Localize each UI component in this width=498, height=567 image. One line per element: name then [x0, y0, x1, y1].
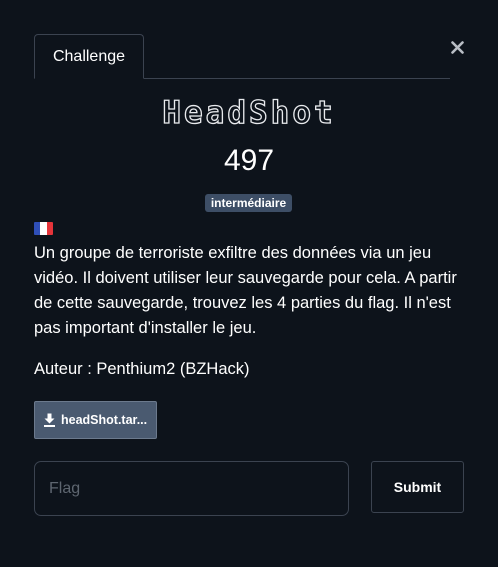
- challenge-author: Auteur : Penthium2 (BZHack): [34, 360, 250, 378]
- challenge-description: Un groupe de terroriste exfiltre des don…: [34, 244, 457, 337]
- tab-challenge[interactable]: Challenge: [34, 34, 144, 79]
- difficulty-badge: intermédiaire: [205, 194, 292, 212]
- file-name: headShot.tar...: [61, 413, 148, 427]
- close-icon[interactable]: [446, 36, 468, 58]
- flag-input[interactable]: [34, 461, 349, 516]
- france-flag-icon: [34, 222, 53, 235]
- challenge-title: HeadShot: [162, 94, 336, 131]
- submit-button[interactable]: Submit: [371, 461, 464, 513]
- challenge-points: 497: [223, 144, 275, 177]
- download-icon: [44, 413, 55, 427]
- tab-bar: Challenge: [34, 34, 450, 79]
- file-download-button[interactable]: headShot.tar...: [34, 401, 157, 439]
- challenge-modal: Challenge HeadShot 497 intermédiaire Un …: [0, 0, 498, 567]
